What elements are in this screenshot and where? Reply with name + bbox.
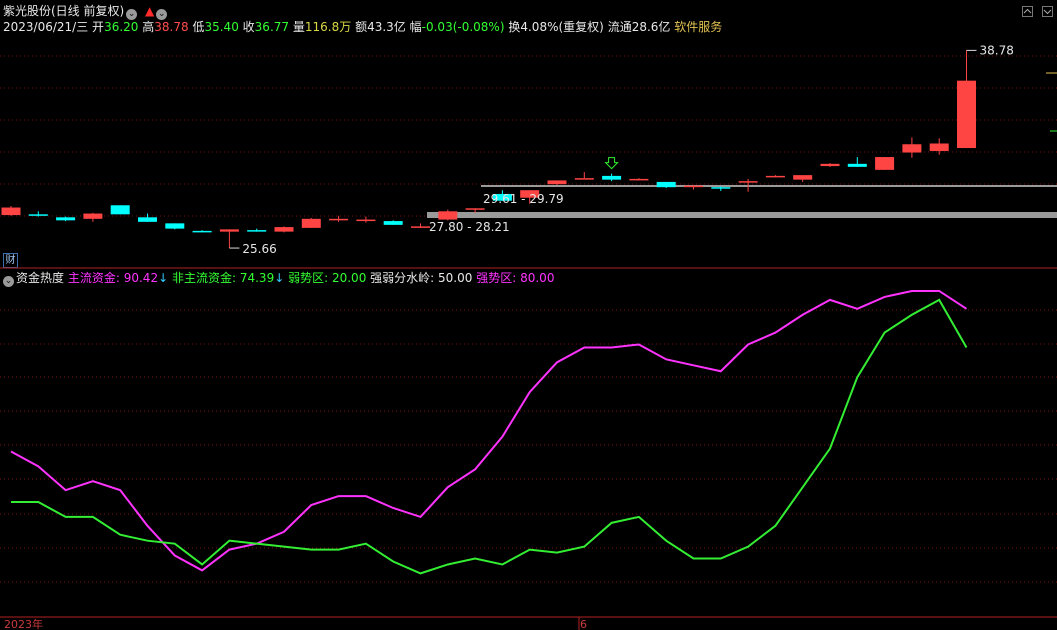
candle-body <box>547 180 567 185</box>
zone-lower-band <box>427 212 1057 218</box>
candle-body <box>629 178 649 181</box>
signal-arrow-icon <box>604 157 619 170</box>
candle-body <box>383 221 403 225</box>
candle-body <box>219 229 239 232</box>
main-fund-line <box>10 289 968 572</box>
zone-upper-band <box>481 185 1057 187</box>
candle-body <box>56 217 76 221</box>
indicator-lines <box>10 289 968 575</box>
candle-body <box>165 223 185 229</box>
candle-body <box>138 217 157 222</box>
candle-body <box>192 230 212 233</box>
candle-body <box>83 213 103 219</box>
month-axis-label: 6 <box>580 618 587 630</box>
candle-body <box>574 178 594 180</box>
candle-body <box>110 205 130 215</box>
candle-body <box>656 181 676 188</box>
candle-body <box>602 175 622 180</box>
candle-body <box>438 211 458 220</box>
candle-body <box>957 80 976 149</box>
candle-body <box>902 144 922 153</box>
candle-body <box>247 230 267 232</box>
candle-body <box>28 214 48 216</box>
candle-body <box>329 218 349 221</box>
candle-body <box>875 157 895 170</box>
candle-body <box>820 163 840 167</box>
grid-lines <box>0 55 1057 630</box>
candle-body <box>684 185 703 188</box>
candle-body <box>847 163 867 167</box>
candle-body <box>465 208 485 210</box>
high-price-label: 38.78 <box>980 43 1014 57</box>
low-price-label: 25.66 <box>242 242 276 256</box>
candle-body <box>356 219 376 222</box>
candle-body <box>765 175 785 178</box>
candle-body <box>711 187 731 189</box>
candlesticks <box>1 49 977 249</box>
year-axis-label: 2023年 <box>4 617 43 630</box>
candle-body <box>793 175 813 180</box>
candle-body <box>929 143 949 152</box>
candle-body <box>738 181 758 183</box>
candle-body <box>274 227 294 232</box>
candle-body <box>411 226 430 228</box>
zone-upper-label: 29.61 - 29.79 <box>483 192 564 206</box>
candle-body <box>1 207 21 216</box>
candle-body <box>301 218 321 228</box>
price-chart[interactable]: 38.78 25.66 29.61 - 29.79 27.80 - 28.21 … <box>0 0 1057 630</box>
zone-lower-label: 27.80 - 28.21 <box>429 220 510 234</box>
